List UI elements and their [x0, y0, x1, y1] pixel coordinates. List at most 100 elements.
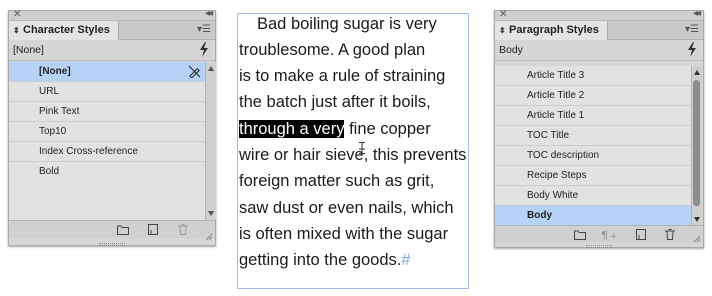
scroll-down-icon[interactable]: [208, 211, 214, 216]
panel-bottom-bar: [9, 220, 215, 238]
resize-grip[interactable]: [99, 243, 125, 246]
scrollbar[interactable]: [691, 66, 702, 226]
trash-icon[interactable]: [177, 224, 189, 235]
text-line: Bad boiling sugar is very: [257, 14, 437, 34]
text-cursor-icon: [359, 142, 365, 154]
trash-icon[interactable]: [664, 229, 676, 240]
list-item-label: TOC description: [527, 150, 600, 161]
current-style-label: Body: [499, 44, 523, 56]
list-item[interactable]: Body White: [495, 186, 691, 206]
list-item-label: [None]: [39, 66, 71, 77]
text-line: saw dust or even nails, which: [239, 198, 454, 218]
scroll-thumb[interactable]: [693, 80, 700, 206]
text-line: foreign matter such as grit,: [239, 171, 434, 191]
list-item-label: Index Cross-reference: [39, 146, 138, 157]
text-run: wire or hair sieve, this prevents: [239, 146, 467, 164]
current-style-label: [None]: [13, 44, 44, 56]
text-line: the batch just after it boils,: [239, 92, 431, 112]
text-line: troublesome. A good plan: [239, 40, 425, 60]
list-item[interactable]: TOC Title: [495, 126, 691, 146]
text-run: foreign matter such as grit,: [239, 172, 435, 190]
character-styles-panel: ✕ ◂◂ ⬍ Character Styles ▾☰ [None] [None]…: [8, 8, 216, 246]
list-item[interactable]: [None]: [9, 62, 205, 82]
resize-corner-icon[interactable]: [205, 233, 213, 241]
text-line: is to make a rule of straining: [239, 66, 445, 86]
tab-row: ⬍ Character Styles ▾☰: [9, 21, 215, 40]
collapse-icon[interactable]: ◂◂: [205, 8, 213, 19]
list-item-label: Recipe Steps: [527, 170, 587, 181]
tab-row: ⬍ Paragraph Styles ▾☰: [495, 21, 703, 40]
list-item-label: Article Title 3: [527, 70, 585, 81]
panel-title-bar[interactable]: ✕ ◂◂: [495, 8, 703, 21]
panel-menu-icon[interactable]: ▾☰: [685, 24, 699, 35]
panel-menu-icon[interactable]: ▾☰: [197, 24, 211, 35]
resize-corner-icon[interactable]: [693, 235, 701, 243]
list-item[interactable]: Body: [495, 206, 691, 226]
list-item[interactable]: Top10: [9, 122, 205, 142]
new-style-icon[interactable]: [147, 224, 159, 235]
panel-title-bar[interactable]: ✕ ◂◂: [9, 8, 215, 21]
tab-character-styles[interactable]: ⬍ Character Styles: [9, 21, 119, 40]
end-of-story-marker: #: [401, 251, 411, 269]
text-run: Bad boiling sugar is very: [257, 15, 437, 33]
list-item-label: URL: [39, 86, 60, 97]
scroll-up-icon[interactable]: [694, 70, 700, 75]
list-item[interactable]: Article Title 2: [495, 86, 691, 106]
lightning-bolt-icon[interactable]: [199, 42, 209, 57]
list-item-label: Pink Text: [39, 106, 80, 117]
text-frame[interactable]: Bad boiling sugar is very troublesome. A…: [237, 13, 469, 289]
text-run: is often mixed with the sugar: [239, 225, 449, 243]
close-icon[interactable]: ✕: [499, 9, 507, 20]
text-run: getting into the goods.: [239, 251, 402, 269]
new-style-icon[interactable]: [635, 229, 647, 240]
list-item-label: Top10: [39, 126, 67, 137]
svg-text:¶: ¶: [601, 229, 608, 240]
close-icon[interactable]: ✕: [13, 9, 21, 20]
scroll-up-icon[interactable]: [208, 66, 214, 71]
tab-label: Character Styles: [23, 24, 110, 36]
collapse-icon[interactable]: ◂◂: [693, 8, 701, 19]
text-line: is often mixed with the sugar: [239, 224, 448, 244]
text-run: is to make a rule of straining: [239, 67, 446, 85]
list-item[interactable]: Index Cross-reference: [9, 142, 205, 162]
scrollbar[interactable]: [205, 62, 216, 220]
list-item[interactable]: Recipe Steps: [495, 166, 691, 186]
current-style-row: Body: [495, 40, 703, 61]
folder-icon[interactable]: [117, 224, 129, 235]
lightning-bolt-icon[interactable]: [687, 42, 697, 57]
list-item[interactable]: URL: [9, 82, 205, 102]
no-edit-pencil-icon: [188, 65, 201, 78]
paragraph-styles-panel: ✕ ◂◂ ⬍ Paragraph Styles ▾☰ Body Article …: [494, 8, 704, 248]
svg-text:+: +: [610, 232, 618, 240]
list-item-label: TOC Title: [527, 130, 570, 141]
list-item[interactable]: Article Title 1: [495, 106, 691, 126]
list-item-label: Article Title 2: [527, 90, 585, 101]
text-run: troublesome. A good plan: [239, 41, 426, 59]
list-item-label: Article Title 1: [527, 110, 585, 121]
sort-updown-icon: ⬍: [499, 26, 506, 35]
text-run: saw dust or even nails, which: [239, 199, 454, 217]
list-item[interactable]: TOC description: [495, 146, 691, 166]
tab-paragraph-styles[interactable]: ⬍ Paragraph Styles: [495, 21, 608, 40]
list-item-label: Bold: [39, 166, 60, 177]
panel-bottom-bar: ¶ +: [495, 225, 703, 243]
list-item[interactable]: Pink Text: [9, 102, 205, 122]
folder-icon[interactable]: [574, 229, 586, 240]
list-item[interactable]: Article Title 3: [495, 66, 691, 86]
current-style-row: [None]: [9, 40, 215, 61]
text-line: wire or hair sieve, this prevents: [239, 145, 466, 165]
selected-text[interactable]: through a very: [239, 120, 345, 138]
scroll-down-icon[interactable]: [694, 217, 700, 222]
sort-updown-icon: ⬍: [13, 26, 20, 35]
character-styles-list: [None] URL Pink Text Top10 Index Cross-r…: [9, 62, 205, 220]
clear-overrides-icon[interactable]: ¶ +: [601, 229, 619, 240]
text-run: the batch just after it boils,: [239, 93, 431, 111]
text-line: through a very fine copper: [239, 119, 431, 139]
list-item[interactable]: Bold: [9, 162, 205, 182]
paragraph-styles-list: Article Title 3 Article Title 2 Article …: [495, 66, 691, 226]
resize-grip[interactable]: [586, 245, 612, 248]
text-line: getting into the goods.#: [239, 250, 411, 270]
tab-label: Paragraph Styles: [509, 24, 599, 36]
list-item-label: Body White: [527, 190, 579, 201]
list-item-label: Body: [527, 210, 552, 221]
